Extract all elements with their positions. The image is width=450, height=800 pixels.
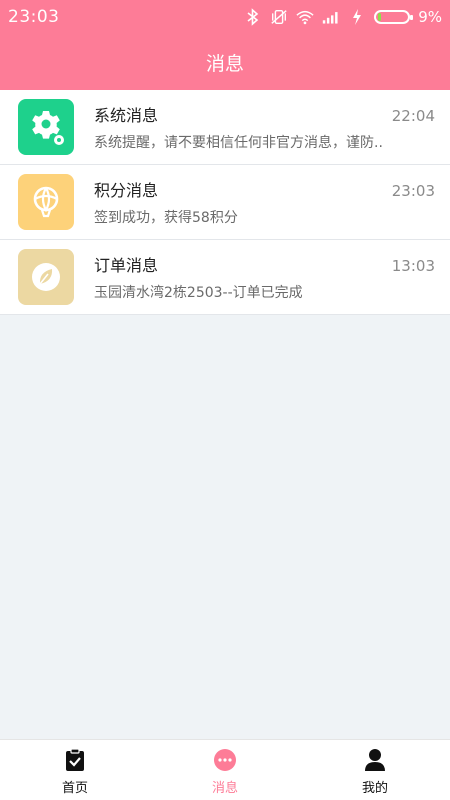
chat-bubble-icon (213, 748, 237, 772)
bluetooth-icon (244, 8, 262, 26)
vibrate-off-icon (270, 8, 288, 26)
tab-label: 消息 (211, 781, 238, 796)
list-item-order-message[interactable]: 订单消息 13:03 玉园清水湾2栋2503--订单已完成 (0, 240, 450, 315)
page-title: 消息 (205, 52, 244, 75)
message-time: 13:03 (391, 257, 435, 275)
list-item-system-message[interactable]: 系统消息 22:04 系统提醒，请不要相信任何非官方消息，谨防.. (0, 90, 450, 165)
tab-home[interactable]: 首页 (0, 740, 150, 800)
list-item-points-message[interactable]: 积分消息 23:03 签到成功，获得58积分 (0, 165, 450, 240)
status-time: 23:03 (8, 7, 60, 27)
message-preview: 系统提醒，请不要相信任何非官方消息，谨防.. (94, 135, 383, 151)
tab-profile[interactable]: 我的 (300, 740, 450, 800)
wifi-icon (296, 8, 314, 26)
tab-label: 首页 (61, 781, 88, 796)
user-icon (363, 748, 387, 772)
page-header: 消息 (0, 34, 450, 90)
gear-icon (18, 99, 74, 155)
message-title: 系统消息 (94, 106, 159, 125)
message-title: 积分消息 (94, 181, 159, 200)
bottom-tab-bar: 首页 消息 我的 (0, 739, 450, 800)
signal-icon (322, 8, 340, 26)
message-list: 系统消息 22:04 系统提醒，请不要相信任何非官方消息，谨防.. 积分消息 2… (0, 90, 450, 315)
tab-label: 我的 (361, 781, 388, 796)
leaf-icon (18, 249, 74, 305)
status-bar: 23:03 9% (0, 0, 450, 34)
status-icons: 9% (244, 8, 442, 26)
tab-messages[interactable]: 消息 (150, 740, 300, 800)
clipboard-check-icon (63, 748, 87, 772)
battery-percent: 9% (418, 8, 442, 26)
message-time: 22:04 (391, 107, 435, 125)
message-preview: 签到成功，获得58积分 (94, 210, 238, 226)
message-title: 订单消息 (94, 256, 159, 275)
charging-icon (348, 8, 366, 26)
message-time: 23:03 (391, 182, 435, 200)
balloon-icon (18, 174, 74, 230)
battery-icon (374, 10, 414, 24)
message-preview: 玉园清水湾2栋2503--订单已完成 (94, 285, 303, 301)
